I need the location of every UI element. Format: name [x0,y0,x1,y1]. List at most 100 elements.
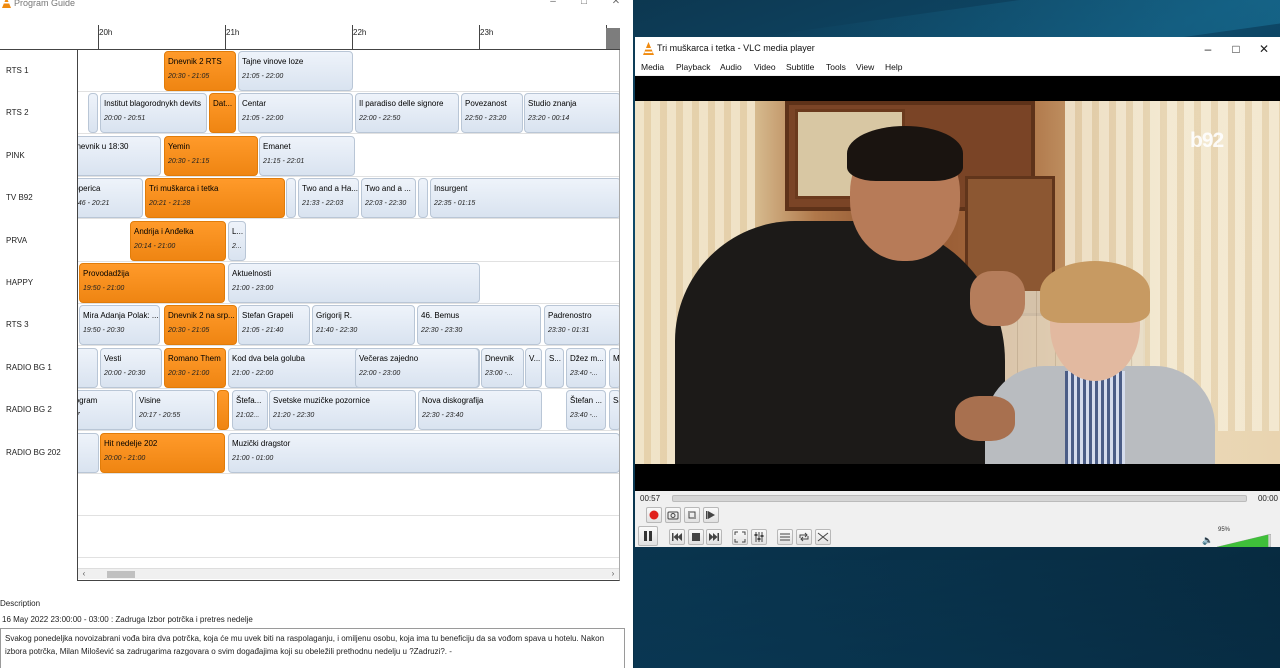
minimize-icon[interactable]: – [547,0,559,8]
menu-audio[interactable]: Audio [720,62,742,72]
program-block[interactable]: Hit nedelje 202 20:00 - 21:00 [100,433,225,473]
program-block[interactable]: Svetske muzičke pozornice 21:20 - 22:30 [269,390,416,430]
program-block[interactable]: rogram 17 [78,390,133,430]
program-block[interactable]: toperica 9:46 - 20:21 [78,178,143,218]
program-title: Stefan Grapeli [242,311,294,320]
maximize-icon[interactable]: □ [1226,40,1246,58]
total-time[interactable]: 00:00 [1258,494,1278,503]
next-button[interactable] [706,529,722,545]
program-block[interactable]: Romano Them 20:30 - 21:00 [164,348,226,388]
close-icon[interactable]: ✕ [1254,40,1274,58]
program-block[interactable]: dnevnik u 18:300 [78,136,161,176]
program-block[interactable]: Večeras zajedno 22:00 - 23:00 [355,348,479,388]
program-block[interactable]: Tri muškarca i tetka 20:21 - 21:28 [145,178,285,218]
menu-subtitle[interactable]: Subtitle [786,62,814,72]
program-block[interactable] [78,433,99,473]
close-icon[interactable]: ✕ [610,0,622,8]
scroll-thumb[interactable] [107,571,135,578]
extended-settings-button[interactable] [751,529,767,545]
fullscreen-button[interactable] [732,529,748,545]
minimize-icon[interactable]: – [1198,40,1218,58]
record-button[interactable] [646,507,662,523]
channel-row[interactable]: RTS 1 [0,50,77,92]
loop-button[interactable] [796,529,812,545]
menu-tools[interactable]: Tools [826,62,846,72]
program-block[interactable]: Studio znanja 23:20 - 00:14 [524,93,619,133]
channel-row[interactable]: PINK [0,135,77,177]
program-block[interactable] [78,348,98,388]
program-block[interactable]: Il paradiso delle signore 22:00 - 22:50 [355,93,459,133]
program-block[interactable]: Vesti 20:00 - 20:30 [100,348,162,388]
menu-playback[interactable]: Playback [676,62,711,72]
pause-button[interactable] [638,526,658,546]
channel-row[interactable]: HAPPY [0,262,77,304]
program-block[interactable]: Insurgent 22:35 - 01:15 [430,178,619,218]
program-block[interactable]: Centar 21:05 - 22:00 [238,93,353,133]
scroll-right-icon[interactable]: › [608,569,618,579]
program-block[interactable]: Džez m... 23:40 -... [566,348,606,388]
program-block[interactable]: Two and a Ha... 21:33 - 22:03 [298,178,359,218]
program-block[interactable] [217,390,229,430]
speaker-icon[interactable]: 🔈 [1202,535,1213,546]
program-block[interactable] [286,178,296,218]
program-block[interactable]: Štefan ... 23:40 -... [566,390,606,430]
horizontal-scrollbar[interactable]: ‹ › [78,568,619,579]
channel-row[interactable]: RTS 2 [0,92,77,134]
video-area[interactable]: b92 [635,76,1280,491]
program-block[interactable]: Muzički dragstor 21:00 - 01:00 [228,433,619,473]
program-block[interactable]: Sa... [609,390,619,430]
channel-row[interactable]: RTS 3 [0,304,77,346]
program-block[interactable]: V... [525,348,542,388]
program-block[interactable]: S... [545,348,564,388]
program-block[interactable]: Mira Adanja Polak: ... 19:50 - 20:30 [79,305,160,345]
program-block[interactable] [88,93,98,133]
program-block[interactable]: Nova diskografija 22:30 - 23:40 [418,390,542,430]
program-block[interactable]: Tajne vinove loze 21:05 - 22:00 [238,51,353,91]
program-block[interactable]: Visine 20:17 - 20:55 [135,390,215,430]
program-block[interactable]: Dnevnik 23:00 -... [481,348,524,388]
scroll-left-icon[interactable]: ‹ [79,569,89,579]
program-block[interactable]: Emanet 21:15 - 22:01 [259,136,355,176]
channel-name: PINK [6,150,25,160]
program-block[interactable]: Povezanost 22:50 - 23:20 [461,93,523,133]
program-block[interactable]: Institut blagorodnykh devits 20:00 - 20:5… [100,93,207,133]
program-block[interactable]: Two and a ... 22:03 - 22:30 [361,178,416,218]
program-block[interactable] [418,178,428,218]
loop-ab-button[interactable] [684,507,700,523]
shuffle-button[interactable] [815,529,831,545]
channel-row[interactable]: RADIO BG 202 [0,432,77,474]
channel-row[interactable]: RADIO BG 1 [0,347,77,389]
elapsed-time[interactable]: 00:57 [640,494,660,503]
channel-row[interactable]: PRVA [0,220,77,262]
channel-row[interactable]: RADIO BG 2 [0,389,77,431]
menu-media[interactable]: Media [641,62,664,72]
program-block[interactable]: Dat... [209,93,236,133]
menu-view[interactable]: View [856,62,874,72]
maximize-icon[interactable]: □ [578,0,590,8]
channel-row[interactable]: TV B92 [0,177,77,219]
menu-video[interactable]: Video [754,62,776,72]
program-block[interactable]: Štefa... 21:02... [232,390,268,430]
seek-slider[interactable] [672,495,1247,502]
program-block[interactable]: Yemin 20:30 - 21:15 [164,136,258,176]
stop-button[interactable] [688,529,704,545]
program-block[interactable]: Stefan Grapeli 21:05 - 21:40 [238,305,310,345]
frame-step-button[interactable] [703,507,719,523]
snapshot-button[interactable] [665,507,681,523]
program-block[interactable]: Andrija i Anđelka 20:14 - 21:00 [130,221,226,261]
previous-button[interactable] [669,529,685,545]
volume-slider[interactable] [1217,534,1271,547]
description-text[interactable]: Svakog ponedeljka novoizabrani vođa bira… [0,628,625,668]
program-block[interactable]: L... 2... [228,221,246,261]
program-block[interactable]: Padrenostro 23:30 - 01:31 [544,305,619,345]
program-block[interactable]: Aktuelnosti 21:00 - 23:00 [228,263,480,303]
program-block[interactable]: 46. Bemus 22:30 - 23:30 [417,305,541,345]
program-block[interactable]: Grigorij R. 21:40 - 22:30 [312,305,415,345]
program-time: 23:30 - 01:31 [548,327,590,334]
playlist-button[interactable] [777,529,793,545]
program-block[interactable]: Dnevnik 2 RTS 20:30 - 21:05 [164,51,236,91]
program-block[interactable]: Mo... [609,348,619,388]
menu-help[interactable]: Help [885,62,902,72]
program-block[interactable]: Dnevnik 2 na srp... 20:30 - 21:05 [164,305,237,345]
program-block[interactable]: Provodadžija 19:50 - 21:00 [79,263,225,303]
